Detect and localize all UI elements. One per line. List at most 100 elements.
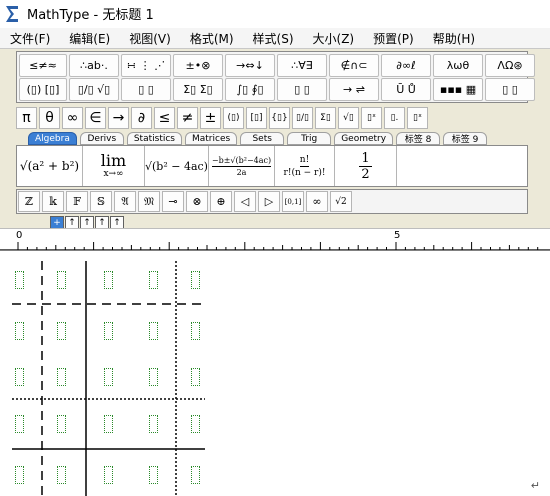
integrals-palette[interactable]: ∫▯ ∮▯ xyxy=(225,78,275,101)
symbol-pi[interactable]: π xyxy=(16,107,37,129)
symbol-infinity-small[interactable]: ∞ xyxy=(306,191,328,212)
symbol-brackets[interactable]: [▯] xyxy=(246,107,267,129)
tab-derivs[interactable]: Derivs xyxy=(79,132,124,145)
symbol-fraktur-a[interactable]: 𝔄 xyxy=(114,191,136,212)
symbol-field-f[interactable]: 𝔽 xyxy=(66,191,88,212)
matrix-slot-r1c3[interactable] xyxy=(104,271,113,289)
products-palette[interactable]: Ū Ů xyxy=(381,78,431,101)
arrows-palette[interactable]: →⇔↓ xyxy=(225,54,275,77)
symbol-superscript[interactable]: ▯ˣ xyxy=(361,107,382,129)
matrix-slot-r4c4[interactable] xyxy=(149,415,158,433)
menu-help[interactable]: 帮助(H) xyxy=(423,30,484,47)
tab-label-8[interactable]: 标签 8 xyxy=(396,132,441,145)
tab-statistics[interactable]: Statistics xyxy=(126,132,182,145)
symbol-braces[interactable]: {▯} xyxy=(269,107,290,129)
relations-palette[interactable]: ≤≠≈ xyxy=(19,54,67,77)
logical-palette[interactable]: ∴∀∃ xyxy=(277,54,327,77)
symbol-fraction[interactable]: ▯/▯ xyxy=(292,107,313,129)
template-limit[interactable]: lim x→∞ xyxy=(83,146,145,186)
symbol-left-triangle[interactable]: ◁ xyxy=(234,191,256,212)
menu-view[interactable]: 视图(V) xyxy=(119,30,180,47)
symbol-plus-minus[interactable]: ± xyxy=(200,107,221,129)
spaces-ellipses-palette[interactable]: ∴ab·. xyxy=(69,54,119,77)
matrix-slot-r1c4[interactable] xyxy=(149,271,158,289)
matrix-slot-r2c3[interactable] xyxy=(104,322,113,340)
symbol-multimap[interactable]: ⊸ xyxy=(162,191,184,212)
menu-preferences[interactable]: 预置(P) xyxy=(363,30,423,47)
symbol-integers[interactable]: ℤ xyxy=(18,191,40,212)
misc-symbols-palette[interactable]: ∂∞ℓ xyxy=(381,54,431,77)
greek-lower-palette[interactable]: λωθ xyxy=(433,54,483,77)
tab-geometry[interactable]: Geometry xyxy=(334,132,394,145)
template-discriminant[interactable]: √(b² − 4ac) xyxy=(145,146,209,186)
matrices-palette[interactable]: ▪▪▪ ▦ xyxy=(433,78,483,101)
matrix-slot-r5c1[interactable] xyxy=(15,466,24,484)
matrix-slot-r5c3[interactable] xyxy=(104,466,113,484)
fractions-radicals-palette[interactable]: ▯/▯ √▯ xyxy=(69,78,119,101)
matrix-slot-r3c5[interactable] xyxy=(191,368,200,386)
operators-palette[interactable]: ±•⊗ xyxy=(173,54,223,77)
symbol-sum[interactable]: Σ▯ xyxy=(315,107,336,129)
menu-edit[interactable]: 编辑(E) xyxy=(59,30,119,47)
symbol-element-of[interactable]: ∈ xyxy=(85,107,106,129)
matrix-slot-r2c5[interactable] xyxy=(191,322,200,340)
symbol-subscript[interactable]: ▯. xyxy=(384,107,405,129)
symbol-less-equal[interactable]: ≤ xyxy=(154,107,175,129)
matrix-slot-r2c2[interactable] xyxy=(57,322,66,340)
set-theory-palette[interactable]: ∉∩⊂ xyxy=(329,54,379,77)
template-empty-slot[interactable] xyxy=(397,146,527,186)
symbol-right-arrow[interactable]: → xyxy=(108,107,129,129)
symbol-not-equal[interactable]: ≠ xyxy=(177,107,198,129)
symbol-infinity[interactable]: ∞ xyxy=(62,107,83,129)
symbol-sqrt2[interactable]: √2 xyxy=(330,191,352,212)
template-hypotenuse[interactable]: √(a² + b²) xyxy=(17,146,83,186)
tab-label-9[interactable]: 标签 9 xyxy=(443,132,488,145)
greek-upper-palette[interactable]: ΛΩ⊛ xyxy=(485,54,535,77)
template-combination[interactable]: n! r!(n − r)! xyxy=(275,146,335,186)
symbol-parens[interactable]: (▯) xyxy=(223,107,244,129)
symbol-sqrt[interactable]: √▯ xyxy=(338,107,359,129)
matrix-slot-r4c3[interactable] xyxy=(104,415,113,433)
symbol-interval[interactable]: [0,1] xyxy=(282,191,304,212)
symbol-oplus[interactable]: ⊕ xyxy=(210,191,232,212)
symbol-subsup[interactable]: ▯ˣ xyxy=(407,107,428,129)
fences-palette[interactable]: (▯) [▯] xyxy=(19,78,67,101)
tab-sets[interactable]: Sets xyxy=(240,132,285,145)
template-quadratic[interactable]: −b±√(b²−4ac) 2a xyxy=(209,146,275,186)
matrix-slot-r3c3[interactable] xyxy=(104,368,113,386)
menu-file[interactable]: 文件(F) xyxy=(0,30,59,47)
matrix-slot-r4c2[interactable] xyxy=(57,415,66,433)
matrix-slot-r1c5[interactable] xyxy=(191,271,200,289)
matrix-slot-r1c1[interactable] xyxy=(15,271,24,289)
scripts-palette[interactable]: ▯ ▯ xyxy=(121,78,171,101)
labeled-arrows-palette[interactable]: → ⇌ xyxy=(329,78,379,101)
symbol-otimes[interactable]: ⊗ xyxy=(186,191,208,212)
symbol-theta[interactable]: θ xyxy=(39,107,60,129)
matrix-slot-r2c1[interactable] xyxy=(15,322,24,340)
tab-matrices[interactable]: Matrices xyxy=(185,132,238,145)
matrix-slot-r5c2[interactable] xyxy=(57,466,66,484)
boxes-palette[interactable]: ▯ ▯ xyxy=(485,78,535,101)
matrix-slot-r3c2[interactable] xyxy=(57,368,66,386)
tab-trig[interactable]: Trig xyxy=(287,132,332,145)
matrix-slot-r5c4[interactable] xyxy=(149,466,158,484)
matrix-slot-r2c4[interactable] xyxy=(149,322,158,340)
embellishments-palette[interactable]: ∺ ⋮ ⋰ xyxy=(121,54,171,77)
menu-size[interactable]: 大小(Z) xyxy=(303,30,364,47)
matrix-slot-r5c5[interactable] xyxy=(191,466,200,484)
menu-style[interactable]: 样式(S) xyxy=(243,30,303,47)
bars-palette[interactable]: ▯ ▯ xyxy=(277,78,327,101)
symbol-right-triangle[interactable]: ▷ xyxy=(258,191,280,212)
symbol-fraktur-m[interactable]: 𝔐 xyxy=(138,191,160,212)
symbol-set-s[interactable]: 𝕊 xyxy=(90,191,112,212)
matrix-slot-r1c2[interactable] xyxy=(57,271,66,289)
template-half[interactable]: 1 2 xyxy=(335,146,397,186)
symbol-partial[interactable]: ∂ xyxy=(131,107,152,129)
matrix-slot-r3c1[interactable] xyxy=(15,368,24,386)
summations-palette[interactable]: Σ▯ Σ▯ xyxy=(173,78,223,101)
symbol-field-k[interactable]: 𝕜 xyxy=(42,191,64,212)
matrix-slot-r4c5[interactable] xyxy=(191,415,200,433)
menu-format[interactable]: 格式(M) xyxy=(180,30,243,47)
matrix-slot-r3c4[interactable] xyxy=(149,368,158,386)
matrix-slot-r4c1[interactable] xyxy=(15,415,24,433)
